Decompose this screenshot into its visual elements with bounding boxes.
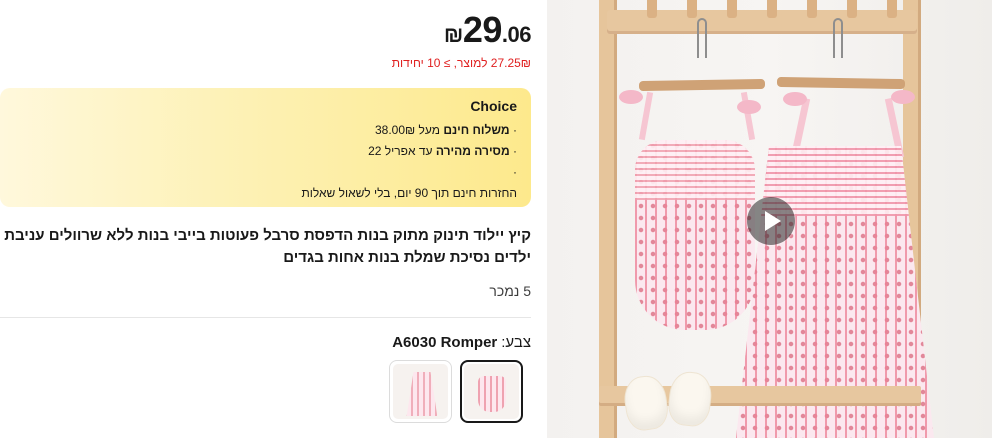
dress-bow [783,92,807,106]
romper-bow [619,90,643,104]
play-icon [765,211,781,231]
fast-delivery-line: · מסירה מהירה עד אפריל 22 [12,141,517,162]
color-option-romper[interactable] [460,360,523,423]
rack-peg [887,0,897,18]
romper-garment [635,140,755,330]
rack-peg [847,0,857,18]
dress-bow [891,90,915,104]
color-option-dress[interactable] [389,360,452,423]
play-video-button[interactable] [747,197,795,245]
divider [0,317,531,318]
color-selector-label: צבע:A6030 Romper [392,334,531,351]
choice-title: Choice [470,98,517,114]
bullet: · [509,144,517,158]
baby-shoes [621,369,717,433]
fast-delivery-label: מסירה מהירה [435,144,510,158]
product-info-panel: ₪29.06 27.25₪ למוצר, ≥ 10 יחידות Choice … [0,0,532,438]
product-main-image[interactable] [547,0,992,438]
bulk-unit-price: 27.25₪ למוצר, ≥ 10 יחידות [391,56,531,70]
rack-post-left [599,0,617,438]
hanger-right [776,76,906,90]
romper-smocking [635,140,755,200]
fast-delivery-date: עד אפריל 22 [368,144,436,158]
rack-peg [807,0,817,18]
free-shipping-label: משלוח חינם [443,123,510,137]
selected-color-name: A6030 Romper [392,334,498,351]
romper-bow [737,100,761,114]
price: ₪29.06 [392,9,532,50]
choice-benefits-box[interactable]: Choice · משלוח חינם מעל 38.00₪ · מסירה מ… [0,88,531,207]
shoe-right [666,369,714,429]
dot-line: · [513,165,517,179]
romper-thumb-art [478,376,506,412]
shoe-left [621,373,671,433]
free-shipping-line: · משלוח חינם מעל 38.00₪ [12,120,517,141]
price-currency: ₪ [443,22,463,47]
price-decimal: .06 [501,22,532,47]
dress-thumbnail [393,364,448,419]
rack-peg [647,0,657,18]
hanger-hook [833,18,843,58]
sold-count: 5 נמכר [489,283,531,299]
rack-peg [767,0,777,18]
free-returns-line: החזרות חינם תוך 90 יום, בלי לשאול שאלות [301,186,517,200]
product-title: קיץ יילוד תינוק מתוק בנות הדפסת סרבל פעו… [4,227,531,266]
hanger-hook [697,18,707,58]
rack-peg [727,0,737,18]
bullet: · [509,123,517,137]
price-block: ₪29.06 27.25₪ למוצר, ≥ 10 יחידות [391,9,532,71]
price-integer: 29 [462,9,503,50]
free-shipping-threshold: מעל 38.00₪ [374,123,444,137]
color-options [389,360,523,423]
hanger-left [638,78,766,92]
rack-peg [687,0,697,18]
romper-thumbnail [464,364,519,419]
dress-thumb-art [406,372,438,416]
color-label: צבע: [501,334,531,351]
